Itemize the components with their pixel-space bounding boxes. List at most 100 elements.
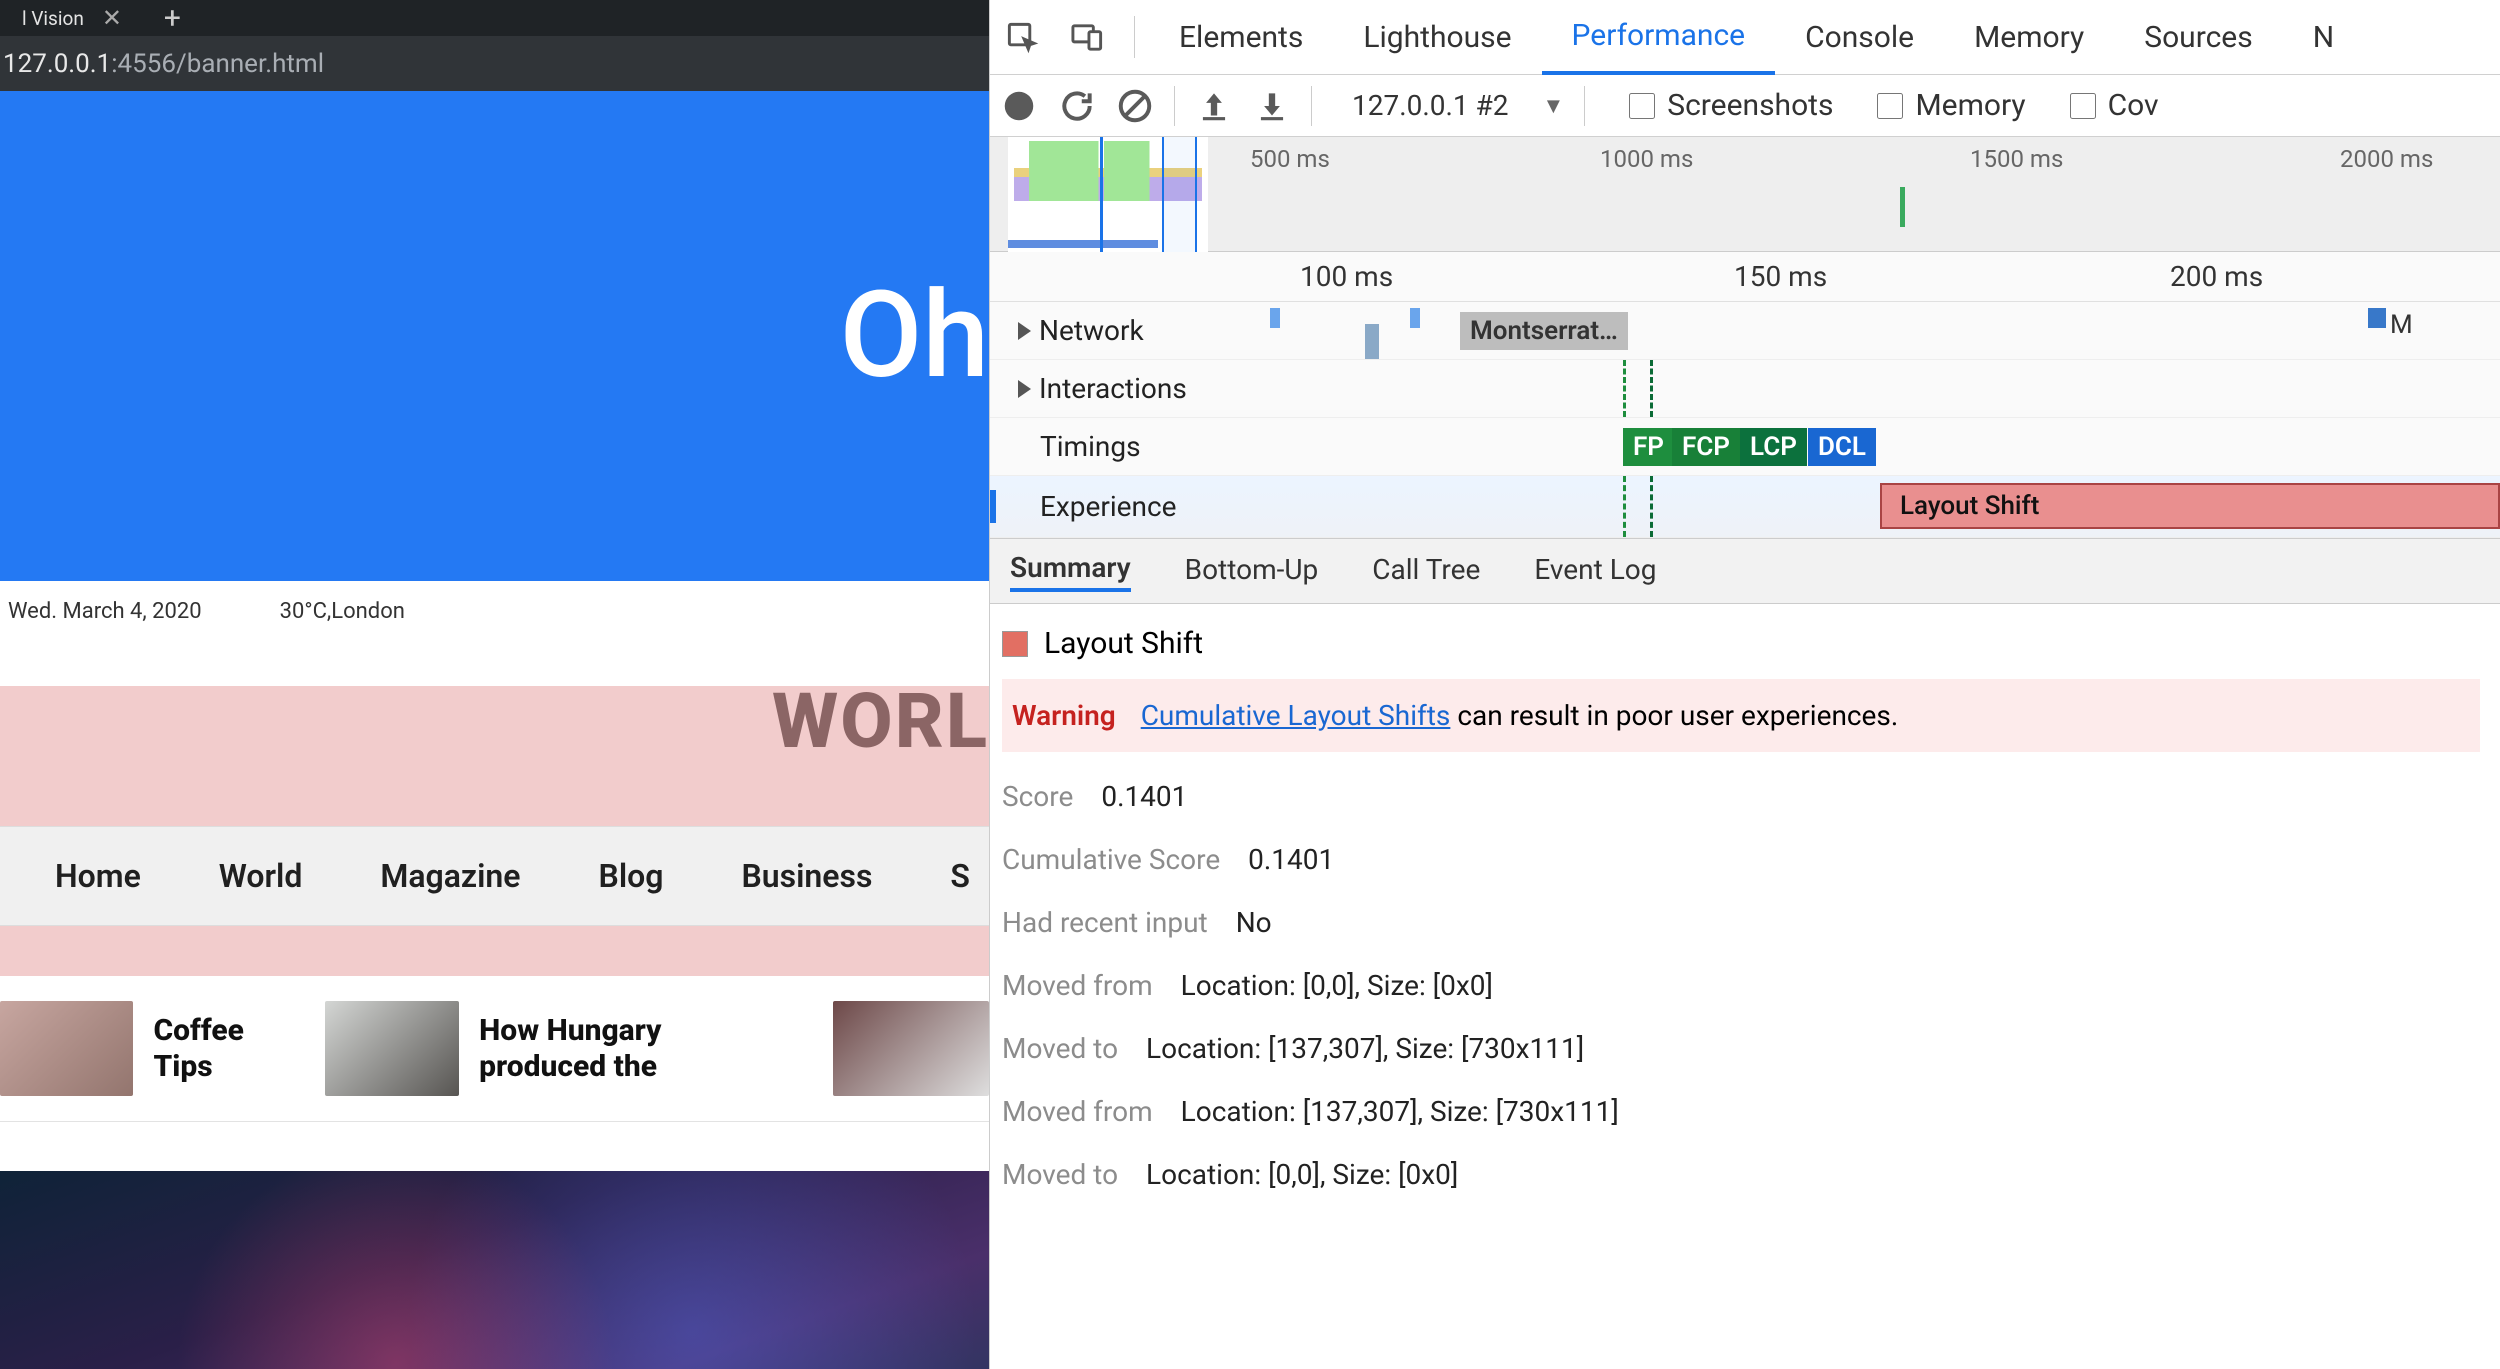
timing-lcp[interactable]: LCP — [1740, 428, 1807, 466]
ruler-tick: 150 ms — [1734, 260, 1827, 293]
separator — [1174, 86, 1175, 126]
page-viewport: Oh Wed. March 4, 2020 30°C,London WORL H… — [0, 91, 989, 1369]
screenshots-checkbox[interactable]: Screenshots — [1629, 88, 1833, 123]
banner-text: Oh — [840, 266, 989, 406]
story-card[interactable] — [833, 1001, 989, 1096]
layout-shift-chip[interactable]: Layout Shift — [1880, 483, 2500, 529]
kv-row: Moved toLocation: [0,0], Size: [0x0] — [1002, 1158, 2480, 1191]
warning-row: Warning Cumulative Layout Shifts can res… — [1002, 679, 2480, 752]
color-swatch — [1002, 631, 1028, 657]
devtools-panel: Elements Lighthouse Performance Console … — [989, 0, 2500, 1369]
tab-elements[interactable]: Elements — [1149, 0, 1333, 74]
reload-button[interactable] — [1058, 87, 1096, 125]
story-title: Coffee Tips — [153, 1013, 287, 1085]
track-lane: Montserrat… M — [1210, 302, 2500, 359]
primary-nav: Home World Magazine Blog Business S — [0, 826, 989, 926]
track-timings[interactable]: Timings FP FCP LCP DCL — [990, 418, 2500, 476]
profile-select-value: 127.0.0.1 #2 — [1352, 89, 1509, 122]
expand-icon[interactable] — [1018, 380, 1031, 398]
coverage-checkbox[interactable]: Cov — [2070, 88, 2159, 123]
separator — [1311, 86, 1312, 126]
subtab-call-tree[interactable]: Call Tree — [1372, 553, 1480, 590]
details-title-text: Layout Shift — [1044, 626, 1203, 661]
marker-line — [1650, 476, 1653, 537]
track-network[interactable]: Network Montserrat… M — [990, 302, 2500, 360]
record-button[interactable] — [1000, 87, 1038, 125]
kv-row: Moved toLocation: [137,307], Size: [730x… — [1002, 1032, 2480, 1065]
details-title: Layout Shift — [1002, 626, 2480, 661]
details-tabbar: Summary Bottom-Up Call Tree Event Log — [990, 538, 2500, 604]
nav-item-home[interactable]: Home — [55, 857, 141, 895]
kv-row: Had recent inputNo — [1002, 906, 2480, 939]
inspect-icon[interactable] — [1005, 20, 1040, 55]
close-icon[interactable]: ✕ — [102, 4, 122, 32]
marker-line — [1650, 360, 1653, 417]
tab-memory[interactable]: Memory — [1944, 0, 2114, 74]
nav-item-world[interactable]: World — [219, 857, 303, 895]
net-marker — [1270, 308, 1280, 328]
tab-performance[interactable]: Performance — [1542, 1, 1776, 75]
story-thumb — [833, 1001, 989, 1096]
flame-ruler[interactable]: 100 ms 150 ms 200 ms — [990, 252, 2500, 302]
subtab-event-log[interactable]: Event Log — [1534, 553, 1656, 590]
save-profile-button[interactable] — [1253, 87, 1291, 125]
nav-item-magazine[interactable]: Magazine — [380, 857, 520, 895]
track-experience[interactable]: Experience Layout Shift — [990, 476, 2500, 538]
checkbox-input[interactable] — [1877, 93, 1903, 119]
nav-item-more[interactable]: S — [950, 857, 970, 895]
ruler-tick: 1500 ms — [1970, 145, 2063, 173]
marker-line — [1623, 360, 1626, 417]
new-tab-button[interactable]: + — [144, 1, 201, 36]
device-toggle-icon[interactable] — [1070, 20, 1105, 55]
track-lane — [1210, 360, 2500, 417]
nav-item-business[interactable]: Business — [741, 857, 872, 895]
checkbox-input[interactable] — [1629, 93, 1655, 119]
tab-sources[interactable]: Sources — [2114, 0, 2282, 74]
url-bar[interactable]: 127.0.0.1:4556/banner.html — [0, 36, 989, 91]
overview-thumbnail — [1008, 137, 1208, 252]
track-interactions[interactable]: Interactions — [990, 360, 2500, 418]
track-label: Timings — [990, 430, 1210, 463]
tab-title: l Vision — [22, 7, 84, 30]
tab-lighthouse[interactable]: Lighthouse — [1333, 0, 1541, 74]
memory-checkbox[interactable]: Memory — [1877, 88, 2025, 123]
kv-row: Moved fromLocation: [0,0], Size: [0x0] — [1002, 969, 2480, 1002]
timeline-overview[interactable]: 500 ms 1000 ms 1500 ms 2000 ms — [990, 137, 2500, 252]
ruler-tick: 2000 ms — [2340, 145, 2433, 173]
performance-toolbar: 127.0.0.1 #2 ▼ Screenshots Memory Cov — [990, 75, 2500, 137]
devtools-tabbar: Elements Lighthouse Performance Console … — [990, 0, 2500, 75]
browser-window: l Vision ✕ + 127.0.0.1:4556/banner.html … — [0, 0, 989, 1369]
story-card[interactable]: Coffee Tips — [0, 1001, 287, 1096]
kv-row: Score0.1401 — [1002, 780, 2480, 813]
url-port: :4556 — [111, 49, 176, 79]
url-path: /banner.html — [176, 49, 324, 79]
browser-tab[interactable]: l Vision ✕ — [0, 4, 144, 32]
load-profile-button[interactable] — [1195, 87, 1233, 125]
profile-select[interactable]: 127.0.0.1 #2 — [1332, 89, 1523, 122]
warning-label: Warning — [1012, 699, 1116, 732]
date-label: Wed. March 4, 2020 — [8, 599, 202, 624]
tab-console[interactable]: Console — [1775, 0, 1944, 74]
tracks: Network Montserrat… M Interactions — [990, 302, 2500, 538]
clear-button[interactable] — [1116, 87, 1154, 125]
subtab-bottom-up[interactable]: Bottom-Up — [1185, 553, 1319, 590]
expand-icon[interactable] — [1018, 322, 1031, 340]
subtab-summary[interactable]: Summary — [1010, 551, 1131, 592]
network-chip[interactable]: Montserrat… — [1460, 312, 1628, 350]
checkbox-input[interactable] — [2070, 93, 2096, 119]
timing-dcl[interactable]: DCL — [1808, 428, 1876, 466]
story-feed: Coffee Tips How Hungary produced the — [0, 976, 989, 1122]
story-card[interactable]: How Hungary produced the — [325, 1001, 795, 1096]
timing-fcp[interactable]: FCP — [1672, 428, 1740, 466]
cls-link[interactable]: Cumulative Layout Shifts — [1141, 699, 1451, 732]
track-label: Network — [990, 314, 1210, 347]
track-lane: Layout Shift — [1210, 476, 2500, 537]
kv-row: Moved fromLocation: [137,307], Size: [73… — [1002, 1095, 2480, 1128]
flamechart: 100 ms 150 ms 200 ms Network Montserrat…… — [990, 252, 2500, 538]
story-title: How Hungary produced the — [479, 1013, 795, 1085]
tab-more[interactable]: N — [2283, 0, 2364, 74]
nav-item-blog[interactable]: Blog — [599, 857, 664, 895]
ruler-tick: 500 ms — [1250, 145, 1330, 173]
net-marker — [1410, 308, 1420, 328]
timing-fp[interactable]: FP — [1623, 428, 1674, 466]
